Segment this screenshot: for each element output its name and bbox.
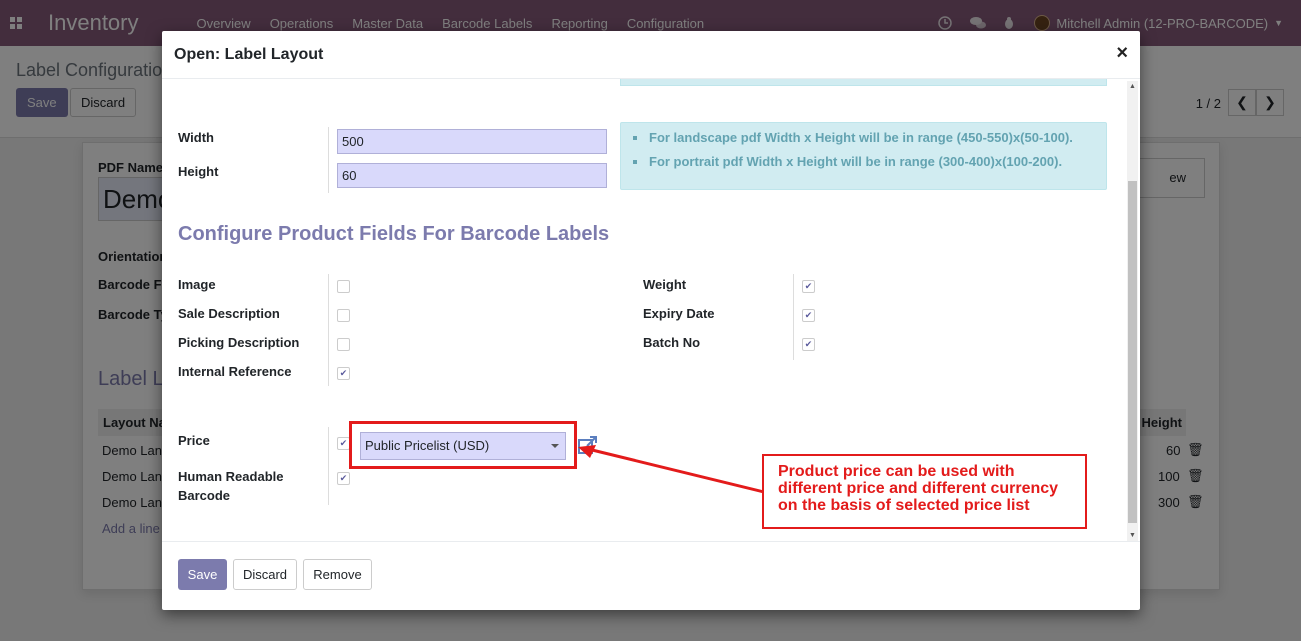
divider [793,274,794,360]
picking-description-checkbox[interactable] [337,338,350,351]
save-button[interactable]: Save [178,559,227,590]
weight-label: Weight [643,277,687,292]
info-portrait: For portrait pdf Width x Height will be … [631,154,1106,169]
human-readable-label-line2: Barcode [178,488,231,503]
annotation-arrow [578,445,765,494]
expiry-date-checkbox[interactable]: ✔ [802,309,815,322]
internal-reference-checkbox[interactable]: ✔ [337,367,350,380]
image-label: Image [178,277,216,292]
batch-no-checkbox[interactable]: ✔ [802,338,815,351]
human-readable-checkbox[interactable]: ✔ [337,472,350,485]
label-layout-dialog: Open: Label Layout × Width 500 Height 60… [162,31,1140,610]
annotation-callout: Product price can be used with different… [762,454,1087,529]
weight-checkbox[interactable]: ✔ [802,280,815,293]
info-landscape: For landscape pdf Width x Height will be… [631,130,1106,145]
internal-reference-label: Internal Reference [178,364,292,379]
width-label: Width [178,130,214,145]
callout-line: on the basis of selected price list [778,497,1030,514]
height-input[interactable]: 60 [337,163,607,188]
human-readable-label: Human Readable [178,469,284,484]
batch-no-label: Batch No [643,335,701,350]
modal-scrollbar[interactable]: ▲ ▼ [1127,81,1138,541]
expiry-date-label: Expiry Date [643,306,715,321]
scroll-down-icon[interactable]: ▼ [1127,532,1138,539]
modal-header: Open: Label Layout × [162,31,1140,79]
discard-button[interactable]: Discard [233,559,297,590]
divider [328,427,329,505]
callout-line: different price and different currency [778,480,1059,497]
callout-line: Product price can be used with [778,463,1015,480]
divider [328,274,329,386]
divider [328,127,329,193]
image-checkbox[interactable] [337,280,350,293]
scroll-up-icon[interactable]: ▲ [1127,83,1138,90]
picking-description-label: Picking Description [178,335,300,350]
height-label: Height [178,164,219,179]
scroll-thumb[interactable] [1128,181,1137,523]
size-info-alert: For landscape pdf Width x Height will be… [620,122,1107,190]
modal-footer: Save Discard Remove [162,541,1140,610]
sale-description-label: Sale Description [178,306,280,321]
alert-top-edge [620,79,1107,86]
highlight-box [349,421,577,469]
remove-button[interactable]: Remove [303,559,372,590]
width-input[interactable]: 500 [337,129,607,154]
close-icon[interactable]: × [1116,42,1128,65]
sale-description-checkbox[interactable] [337,309,350,322]
price-label: Price [178,433,210,448]
modal-title: Open: Label Layout [174,46,324,63]
section-title: Configure Product Fields For Barcode Lab… [178,223,610,245]
